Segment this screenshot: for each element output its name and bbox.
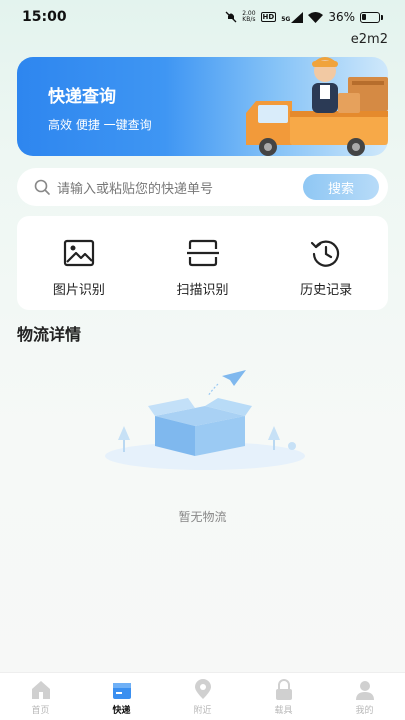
search-icon xyxy=(34,179,50,195)
tracking-search-bar: 请输入或粘贴您的快递单号 搜索 xyxy=(17,168,388,206)
history-icon xyxy=(311,240,340,267)
lock-icon xyxy=(275,679,292,700)
tab-carrier[interactable]: 载具 xyxy=(243,673,324,720)
user-name: e2m2 xyxy=(350,32,388,47)
profile-icon xyxy=(355,681,374,700)
network-label: 5G xyxy=(281,15,291,23)
net-speed: 2.00 KB/s xyxy=(242,11,255,23)
scan-recognition-label: 扫描识别 xyxy=(176,283,229,298)
status-bar: 15:00 2.00 KB/s HD 5G 36% xyxy=(0,0,405,34)
location-icon xyxy=(194,679,211,699)
tab-express-label: 快递 xyxy=(112,706,131,716)
net-speed-unit: KB/s xyxy=(242,16,256,23)
delivery-truck-illustration xyxy=(246,57,388,156)
status-time: 15:00 xyxy=(22,9,67,25)
tab-carrier-label: 载具 xyxy=(274,706,293,716)
scan-recognition-button[interactable]: 扫描识别 xyxy=(141,216,265,310)
bottom-tab-bar: 首页 快递 附近 载具 我的 xyxy=(0,672,405,720)
tab-nearby[interactable]: 附近 xyxy=(162,673,243,720)
image-icon xyxy=(63,239,94,267)
battery-cap xyxy=(381,14,383,20)
banner-subtitle: 高效 便捷 一键查询 xyxy=(48,118,152,132)
package-icon xyxy=(112,683,131,699)
tab-nearby-label: 附近 xyxy=(193,706,212,716)
search-button[interactable]: 搜索 xyxy=(303,174,379,200)
battery-percent: 36% xyxy=(328,10,355,24)
tab-profile[interactable]: 我的 xyxy=(324,673,405,720)
hd-badge: HD xyxy=(260,12,277,22)
status-icons: 2.00 KB/s HD 5G 36% xyxy=(225,10,383,24)
history-button[interactable]: 历史记录 xyxy=(264,216,388,310)
battery-icon xyxy=(360,11,380,23)
logistics-title: 物流详情 xyxy=(17,325,82,344)
history-label: 历史记录 xyxy=(300,283,353,298)
mute-icon xyxy=(225,11,237,23)
tracking-number-input[interactable]: 请输入或粘贴您的快递单号 xyxy=(57,178,213,197)
tools-card: 图片识别 扫描识别 历史记录 xyxy=(17,216,388,310)
image-recognition-label: 图片识别 xyxy=(52,283,105,298)
express-banner: 快递查询 高效 便捷 一键查询 xyxy=(17,57,388,156)
tab-home-label: 首页 xyxy=(31,706,50,716)
empty-box-illustration xyxy=(105,370,305,470)
cell-signal-icon: 5G xyxy=(281,11,304,23)
tab-express[interactable]: 快递 xyxy=(81,673,162,720)
scan-icon xyxy=(186,239,219,267)
empty-logistics-text: 暂无物流 xyxy=(178,510,227,524)
image-recognition-button[interactable]: 图片识别 xyxy=(17,216,141,310)
wifi-icon xyxy=(308,11,324,23)
tab-profile-label: 我的 xyxy=(355,706,374,716)
home-icon xyxy=(31,681,50,699)
tab-home[interactable]: 首页 xyxy=(0,673,81,720)
banner-title: 快递查询 xyxy=(48,87,116,107)
